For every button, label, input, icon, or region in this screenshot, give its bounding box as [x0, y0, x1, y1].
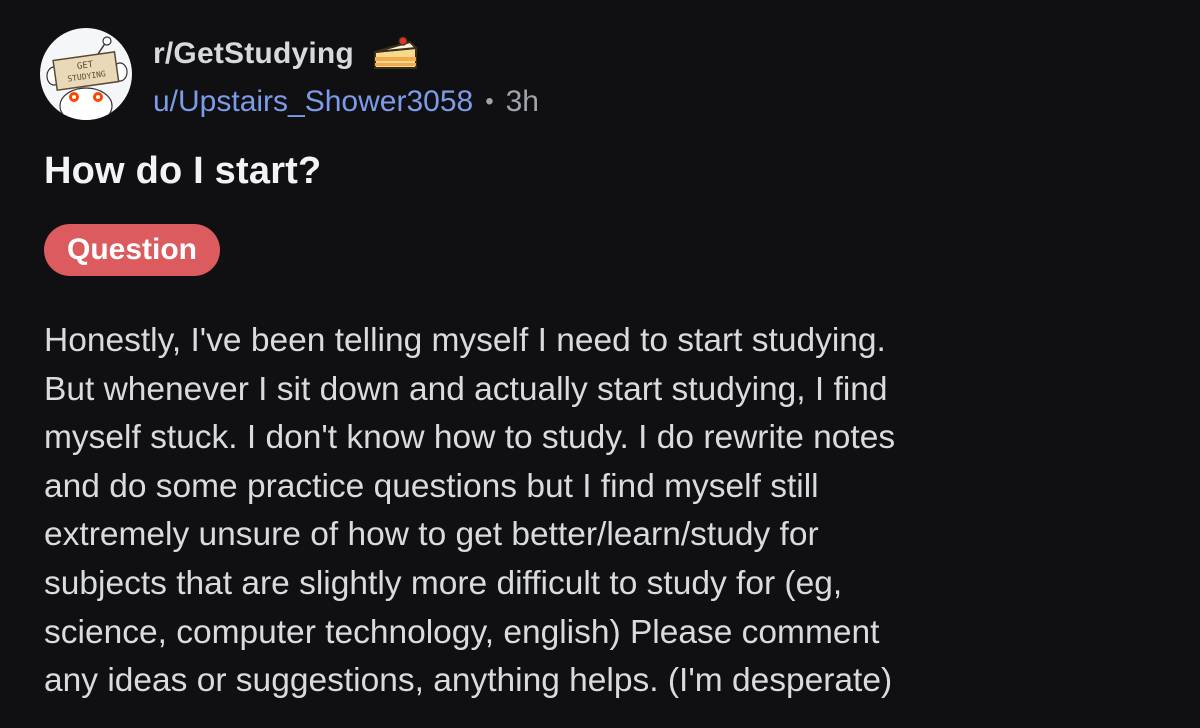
- post-title[interactable]: How do I start?: [44, 150, 321, 193]
- subreddit-link[interactable]: r/GetStudying: [153, 37, 354, 71]
- author-row: u/Upstairs_Shower3058 • 3h: [153, 82, 539, 122]
- post-timestamp: 3h: [505, 85, 539, 118]
- post-card: GET STUDYING r/GetStudying u/Upstairs_Sh…: [0, 0, 1200, 728]
- cake-day-icon: [370, 34, 420, 74]
- post-body-text: Honestly, I've been telling myself I nee…: [44, 322, 896, 700]
- subreddit-avatar-icon[interactable]: GET STUDYING: [40, 28, 132, 120]
- snoo-sign-graphic: GET STUDYING: [46, 36, 128, 120]
- author-link[interactable]: u/Upstairs_Shower3058: [153, 85, 473, 119]
- subreddit-row: r/GetStudying: [153, 32, 420, 76]
- meta-separator: •: [485, 88, 494, 115]
- post-flair-badge[interactable]: Question: [44, 224, 221, 276]
